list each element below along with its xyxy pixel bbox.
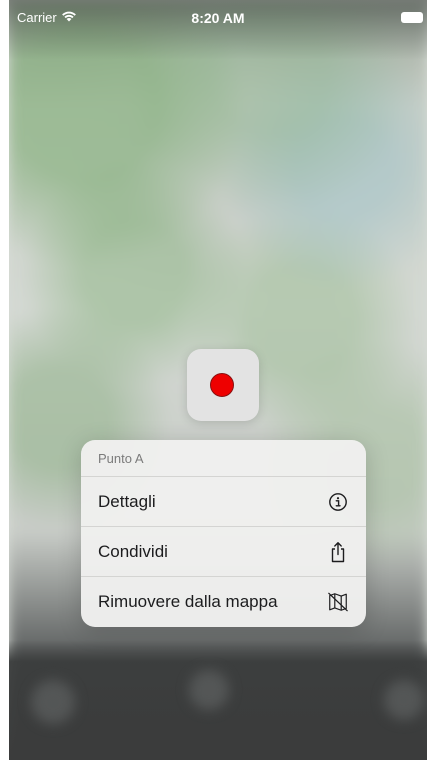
clock: 8:20 AM bbox=[191, 10, 245, 26]
red-pin-dot bbox=[210, 373, 234, 397]
context-menu: Punto A Dettagli Condividi Rimuovere dal… bbox=[81, 440, 366, 627]
info-circle-icon bbox=[327, 491, 349, 513]
blurred-bottom-toolbar bbox=[9, 640, 427, 760]
map-slash-icon bbox=[327, 591, 349, 613]
menu-item-label: Rimuovere dalla mappa bbox=[98, 592, 278, 611]
menu-item-details[interactable]: Dettagli bbox=[81, 477, 366, 527]
battery-icon bbox=[401, 12, 423, 23]
context-menu-title: Punto A bbox=[81, 440, 366, 477]
menu-item-remove-from-map[interactable]: Rimuovere dalla mappa bbox=[81, 577, 366, 627]
share-icon bbox=[327, 541, 349, 563]
menu-item-label: Condividi bbox=[98, 541, 168, 561]
menu-item-label: Dettagli bbox=[98, 491, 156, 511]
screen: Carrier 8:20 AM Punto A Dettagli Condivi… bbox=[9, 0, 427, 760]
menu-item-share[interactable]: Condividi bbox=[81, 527, 366, 577]
pin-preview[interactable] bbox=[187, 349, 259, 421]
status-bar: Carrier 8:20 AM bbox=[9, 0, 427, 36]
